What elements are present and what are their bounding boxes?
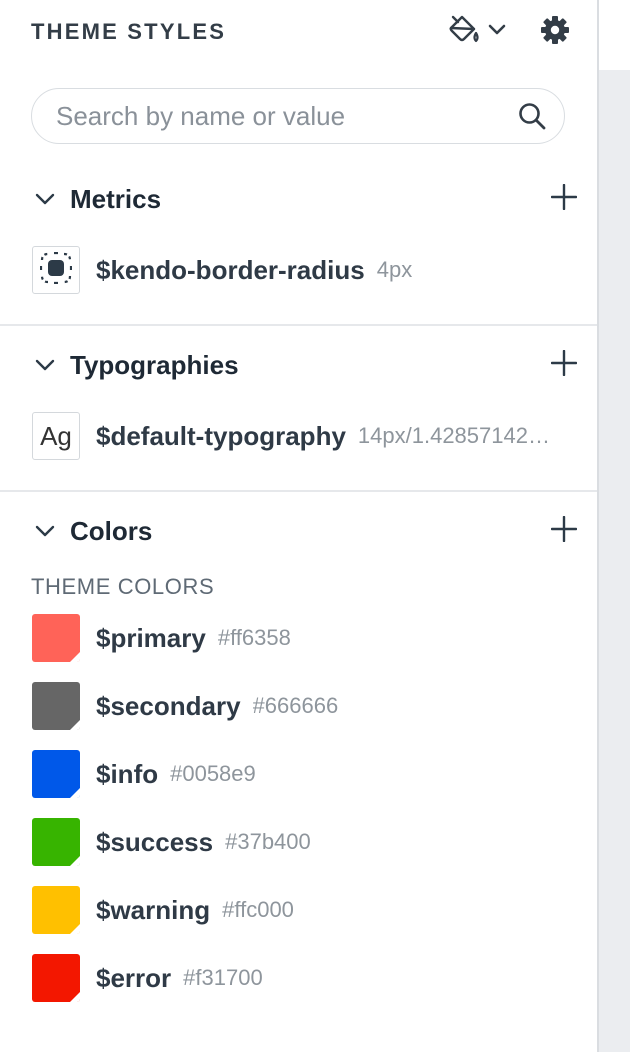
color-value: #0058e9 xyxy=(170,761,256,786)
color-name: $error xyxy=(96,962,172,993)
section-typographies: Typographies xyxy=(0,340,597,390)
color-value: #666666 xyxy=(252,693,339,718)
section-title: Colors xyxy=(70,516,153,546)
color-name: $warning xyxy=(96,894,211,925)
list-item[interactable]: $success #37b400 xyxy=(32,818,311,866)
list-item[interactable]: $error #f31700 xyxy=(32,954,263,1002)
border-radius-thumbnail xyxy=(32,246,80,294)
adjacent-pane-scrollbar xyxy=(597,0,630,1052)
search-box xyxy=(31,88,565,144)
divider xyxy=(0,324,597,326)
add-color-button[interactable] xyxy=(547,514,581,548)
color-swatch[interactable] xyxy=(32,750,80,798)
chevron-down-icon[interactable] xyxy=(34,354,56,376)
divider xyxy=(0,490,597,492)
section-header-typographies[interactable]: Typographies xyxy=(0,340,597,390)
section-header-metrics[interactable]: Metrics xyxy=(0,174,597,224)
plus-icon xyxy=(550,515,578,547)
color-value: #37b400 xyxy=(225,829,311,854)
color-swatch[interactable] xyxy=(32,614,80,662)
scrollbar-track xyxy=(599,70,630,1052)
typography-sample: Ag xyxy=(40,420,72,451)
color-swatch[interactable] xyxy=(32,818,80,866)
section-metrics: Metrics xyxy=(0,174,597,224)
typography-value: 14px/1.42857142… xyxy=(357,423,550,448)
list-item[interactable]: $primary #ff6358 xyxy=(32,614,291,662)
chevron-down-icon[interactable] xyxy=(34,188,56,210)
metric-value: 4px xyxy=(376,257,413,282)
typography-name: $default-typography xyxy=(96,420,346,451)
chevron-down-icon xyxy=(487,23,507,42)
plus-icon xyxy=(550,349,578,381)
section-header-colors[interactable]: Colors xyxy=(0,506,597,556)
list-item[interactable]: $kendo-border-radius 4px xyxy=(32,246,412,294)
metric-name: $kendo-border-radius xyxy=(96,254,365,285)
panel-header: THEME STYLES xyxy=(0,0,597,66)
gear-icon xyxy=(540,15,570,50)
panel-title: THEME STYLES xyxy=(31,19,227,44)
color-name: $primary xyxy=(96,622,206,653)
add-metric-button[interactable] xyxy=(547,182,581,216)
typography-thumbnail: Ag xyxy=(32,412,80,460)
color-value: #ffc000 xyxy=(222,897,294,922)
color-name: $success xyxy=(96,826,214,857)
section-colors: Colors xyxy=(0,506,597,556)
list-item[interactable]: $warning #ffc000 xyxy=(32,886,294,934)
border-radius-icon xyxy=(39,251,73,289)
settings-button[interactable] xyxy=(535,12,575,52)
search-input[interactable] xyxy=(56,100,516,132)
theme-colors-label: THEME COLORS xyxy=(31,574,215,599)
color-value: #f31700 xyxy=(183,965,263,990)
section-title: Metrics xyxy=(70,184,162,214)
section-title: Typographies xyxy=(70,350,239,380)
list-item[interactable]: $secondary #666666 xyxy=(32,682,338,730)
list-item[interactable]: Ag $default-typography 14px/1.42857142… xyxy=(32,412,582,460)
search-icon[interactable] xyxy=(516,100,548,132)
theme-paint-dropdown-button[interactable] xyxy=(441,12,513,52)
list-item[interactable]: $info #0058e9 xyxy=(32,750,256,798)
color-name: $info xyxy=(96,758,159,789)
color-swatch[interactable] xyxy=(32,886,80,934)
color-name: $secondary xyxy=(96,690,241,721)
color-swatch[interactable] xyxy=(32,682,80,730)
color-swatch[interactable] xyxy=(32,954,80,1002)
add-typography-button[interactable] xyxy=(547,348,581,382)
paint-bucket-icon xyxy=(447,14,481,51)
theme-styles-panel: THEME STYLES Search by name or value Met… xyxy=(0,0,597,1052)
header-actions xyxy=(441,12,575,52)
plus-icon xyxy=(550,183,578,215)
chevron-down-icon[interactable] xyxy=(34,520,56,542)
color-value: #ff6358 xyxy=(217,625,291,650)
